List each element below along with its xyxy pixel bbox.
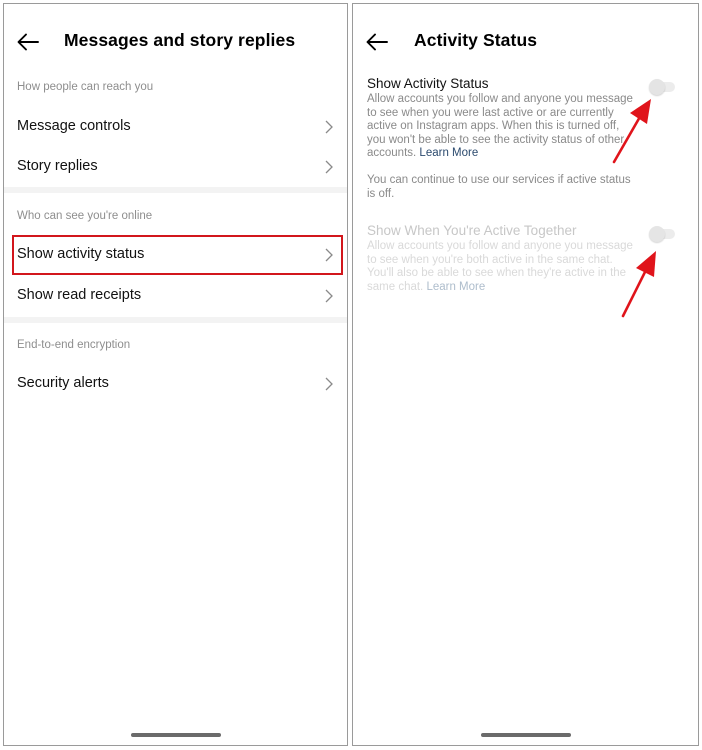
chevron-right-icon bbox=[324, 159, 334, 175]
list-item-label: Story replies bbox=[17, 158, 98, 174]
list-item-label: Security alerts bbox=[17, 375, 109, 391]
section-label-encryption: End-to-end encryption bbox=[17, 339, 131, 351]
learn-more-link[interactable]: Learn More bbox=[419, 147, 478, 159]
section-divider bbox=[4, 187, 347, 193]
setting-title-active-together: Show When You're Active Together bbox=[367, 223, 577, 238]
back-button[interactable] bbox=[15, 31, 41, 53]
chevron-right-icon bbox=[324, 247, 334, 263]
description-text: Allow accounts you follow and anyone you… bbox=[367, 93, 633, 160]
list-item-show-read-receipts[interactable]: Show read receipts bbox=[4, 276, 347, 316]
arrow-left-icon bbox=[366, 33, 388, 51]
header: Messages and story replies bbox=[4, 4, 347, 80]
page-title: Activity Status bbox=[414, 30, 538, 50]
section-label-reach: How people can reach you bbox=[17, 81, 154, 93]
chevron-right-icon bbox=[324, 288, 334, 304]
list-item-label: Show read receipts bbox=[17, 287, 142, 303]
activity-status-screen: Activity Status Show Activity Status All… bbox=[352, 3, 699, 746]
list-item-show-activity-status[interactable]: Show activity status bbox=[4, 235, 347, 275]
chevron-right-icon bbox=[324, 376, 334, 392]
arrow-left-icon bbox=[17, 33, 39, 51]
page-title: Messages and story replies bbox=[64, 30, 296, 50]
chevron-right-icon bbox=[324, 119, 334, 135]
learn-more-link[interactable]: Learn More bbox=[426, 281, 485, 293]
home-indicator[interactable] bbox=[130, 733, 221, 737]
header: Activity Status bbox=[353, 4, 698, 80]
list-item-security-alerts[interactable]: Security alerts bbox=[4, 364, 347, 404]
back-button[interactable] bbox=[364, 31, 390, 53]
list-item-story-replies[interactable]: Story replies bbox=[4, 147, 347, 187]
setting-description: Allow accounts you follow and anyone you… bbox=[367, 240, 639, 294]
toggle-knob bbox=[649, 226, 665, 242]
list-item-label: Show activity status bbox=[17, 246, 145, 262]
toggle-knob bbox=[649, 79, 665, 95]
home-indicator[interactable] bbox=[480, 733, 571, 737]
setting-description: Allow accounts you follow and anyone you… bbox=[367, 93, 639, 161]
list-item-label: Message controls bbox=[17, 118, 131, 134]
info-note: You can continue to use our services if … bbox=[367, 174, 631, 200]
section-label-online: Who can see you're online bbox=[17, 210, 153, 222]
active-together-toggle[interactable] bbox=[649, 226, 677, 242]
show-activity-status-toggle[interactable] bbox=[649, 79, 677, 95]
description-text: Allow accounts you follow and anyone you… bbox=[367, 240, 633, 293]
messages-settings-screen: Messages and story replies How people ca… bbox=[3, 3, 348, 746]
list-item-message-controls[interactable]: Message controls bbox=[4, 107, 347, 147]
setting-title-show-activity-status: Show Activity Status bbox=[367, 76, 489, 91]
section-divider bbox=[4, 317, 347, 323]
